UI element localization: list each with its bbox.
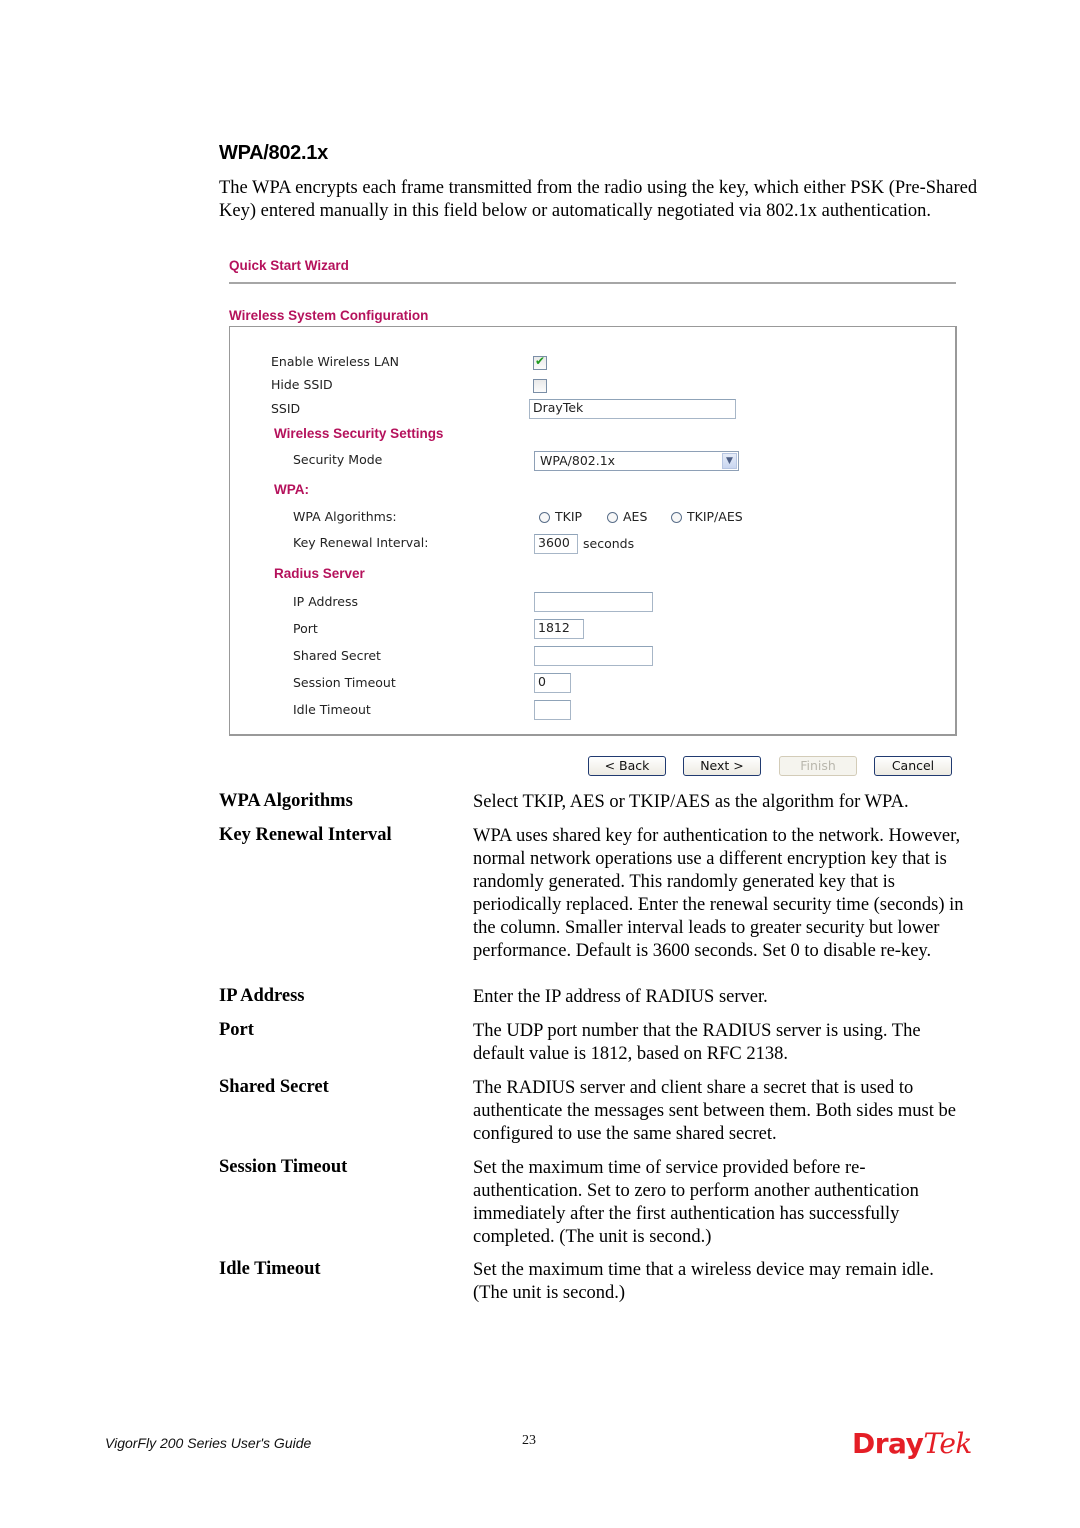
config-panel: Enable Wireless LAN ✔ Hide SSID SSID Dra… xyxy=(229,326,957,736)
next-button[interactable]: Next > xyxy=(683,756,761,776)
footer-guide-title: VigorFly 200 Series User's Guide xyxy=(105,1435,312,1451)
desc-idle-timeout: Set the maximum time that a wireless dev… xyxy=(473,1260,934,1303)
term-session-timeout: Session Timeout xyxy=(219,1157,348,1177)
term-wpa-algorithms: WPA Algorithms xyxy=(219,791,353,811)
ssid-input[interactable]: DrayTek xyxy=(529,399,736,419)
radio-tkip-label: TKIP xyxy=(555,509,583,524)
intro-paragraph: The WPA encrypts each frame transmitted … xyxy=(219,178,978,221)
radio-tkip[interactable] xyxy=(539,512,550,523)
radio-aes-label: AES xyxy=(623,509,648,524)
footer-page-number: 23 xyxy=(522,1433,536,1448)
port-input[interactable]: 1812 xyxy=(534,619,584,639)
cancel-button[interactable]: Cancel xyxy=(874,756,952,776)
radio-tkip-aes-label: TKIP/AES xyxy=(687,509,743,524)
desc-wpa-algorithms: Select TKIP, AES or TKIP/AES as the algo… xyxy=(473,792,909,812)
session-timeout-label: Session Timeout xyxy=(293,675,396,690)
security-mode-select[interactable]: WPA/802.1x ▼ xyxy=(534,451,739,471)
term-idle-timeout: Idle Timeout xyxy=(219,1259,321,1279)
checkmark-icon: ✔ xyxy=(535,354,546,368)
wizard-divider xyxy=(229,282,956,284)
logo-tek: Tek xyxy=(923,1427,972,1460)
radio-aes[interactable] xyxy=(607,512,618,523)
term-shared-secret: Shared Secret xyxy=(219,1077,329,1097)
logo-dray: Dray xyxy=(852,1427,924,1460)
ssid-label: SSID xyxy=(271,401,301,416)
ip-address-input[interactable] xyxy=(534,592,653,612)
enable-wlan-label: Enable Wireless LAN xyxy=(271,354,399,369)
desc-ip-address: Enter the IP address of RADIUS server. xyxy=(473,987,768,1007)
wizard-title: Quick Start Wizard xyxy=(229,258,349,273)
draytek-logo: DrayTek xyxy=(852,1427,972,1461)
security-mode-value: WPA/802.1x xyxy=(540,453,616,468)
radius-server-heading: Radius Server xyxy=(274,566,365,581)
config-section-title: Wireless System Configuration xyxy=(229,308,429,323)
desc-key-renewal-interval: WPA uses shared key for authentication t… xyxy=(473,826,964,961)
desc-session-timeout: Set the maximum time of service provided… xyxy=(473,1158,919,1247)
enable-wlan-checkbox[interactable]: ✔ xyxy=(533,354,547,370)
idle-timeout-label: Idle Timeout xyxy=(293,702,371,717)
security-settings-heading: Wireless Security Settings xyxy=(274,426,444,441)
term-key-renewal-interval: Key Renewal Interval xyxy=(219,825,392,845)
hide-ssid-label: Hide SSID xyxy=(271,377,333,392)
wpa-heading: WPA: xyxy=(274,482,309,497)
finish-button[interactable]: Finish xyxy=(779,756,857,776)
shared-secret-input[interactable] xyxy=(534,646,653,666)
session-timeout-input[interactable]: 0 xyxy=(534,673,571,693)
section-title: WPA/802.1x xyxy=(219,142,328,164)
radio-tkip-aes[interactable] xyxy=(671,512,682,523)
hide-ssid-checkbox[interactable] xyxy=(533,379,547,393)
term-port: Port xyxy=(219,1020,254,1040)
wpa-algorithms-label: WPA Algorithms: xyxy=(293,509,397,524)
idle-timeout-input[interactable] xyxy=(534,700,571,720)
back-button[interactable]: < Back xyxy=(588,756,666,776)
chevron-down-icon: ▼ xyxy=(722,453,737,469)
ip-address-label: IP Address xyxy=(293,594,358,609)
desc-shared-secret: The RADIUS server and client share a sec… xyxy=(473,1078,956,1144)
port-label: Port xyxy=(293,621,318,636)
key-renewal-unit: seconds xyxy=(583,536,635,551)
shared-secret-label: Shared Secret xyxy=(293,648,381,663)
security-mode-label: Security Mode xyxy=(293,452,383,467)
key-renewal-input[interactable]: 3600 xyxy=(534,534,578,554)
term-ip-address: IP Address xyxy=(219,986,305,1006)
desc-port: The UDP port number that the RADIUS serv… xyxy=(473,1021,921,1064)
key-renewal-label: Key Renewal Interval: xyxy=(293,535,429,550)
